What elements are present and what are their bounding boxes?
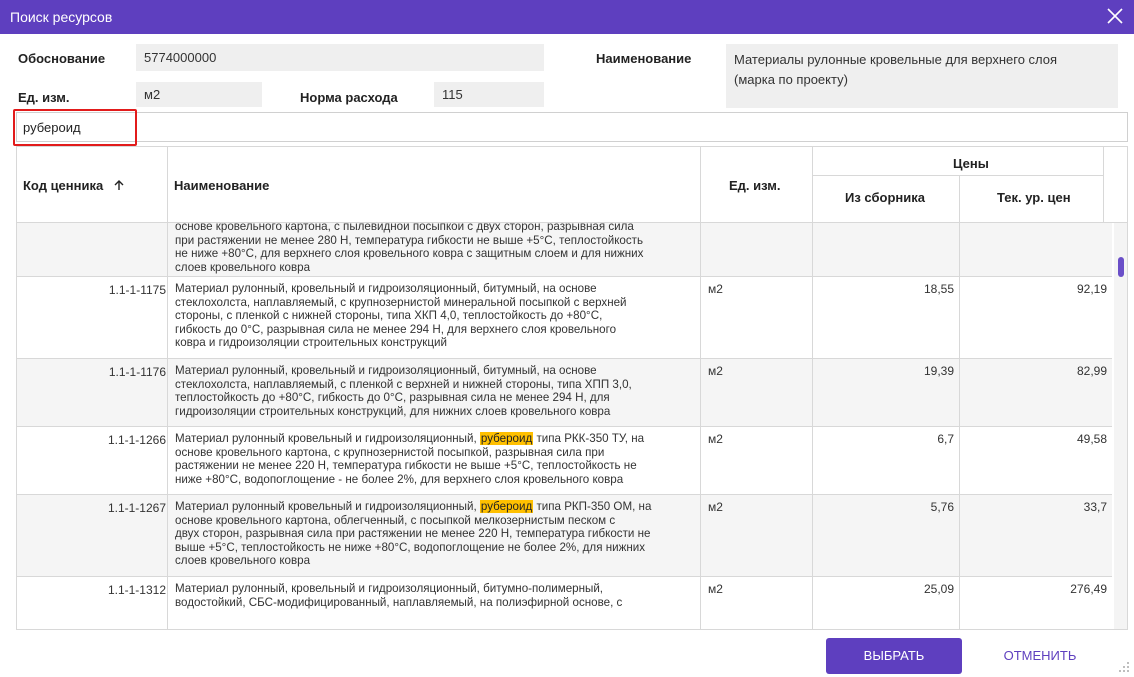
row-name: Материал рулонный кровельный и гидроизол…	[175, 500, 652, 567]
resize-grip-icon[interactable]	[1118, 661, 1130, 673]
table-row[interactable]: 1.1-1-1266 Материал рулонный кровельный …	[17, 427, 1112, 495]
resources-table: Код ценника Наименование Ед. изм. Цены И…	[16, 146, 1128, 630]
row-name: Материал рулонный, кровельный и гидроизо…	[175, 582, 623, 609]
dialog-titlebar: Поиск ресурсов	[0, 0, 1134, 34]
dialog-title: Поиск ресурсов	[10, 9, 113, 25]
row-name: Материал рулонный, кровельный и гидроизо…	[175, 282, 627, 349]
header-divider	[812, 175, 1103, 176]
row-code: 1.1-1-1267	[107, 501, 166, 515]
header-divider	[1103, 147, 1104, 223]
row-price-current: 276,49	[1070, 582, 1107, 596]
row-unit: м2	[708, 364, 723, 378]
row-price-collection: 6,7	[937, 432, 954, 446]
row-price-current: 92,19	[1076, 282, 1107, 296]
arrow-up-icon	[114, 180, 124, 190]
unit-value: м2	[144, 87, 161, 102]
norm-field: 115	[434, 82, 544, 107]
norm-value: 115	[442, 87, 463, 102]
basis-field: 5774000000	[136, 44, 544, 71]
row-unit: м2	[708, 582, 723, 596]
row-price-collection: 19,39	[923, 364, 954, 378]
cancel-button[interactable]: ОТМЕНИТЬ	[990, 638, 1090, 674]
header-divider	[812, 147, 813, 223]
basis-label: Обоснование	[18, 51, 106, 66]
header-divider	[700, 147, 701, 223]
row-code: 1.1-1-1266	[107, 433, 166, 447]
scrollbar-thumb[interactable]	[1118, 257, 1124, 277]
row-price-current: 82,99	[1076, 364, 1107, 378]
name-value-line1: Материалы рулонные кровельные для верхне…	[734, 52, 1058, 67]
column-header-prices: Цены	[953, 156, 989, 171]
unit-label: Ед. изм.	[18, 90, 70, 105]
close-icon[interactable]	[1104, 5, 1126, 27]
row-price-collection: 25,09	[923, 582, 954, 596]
select-button[interactable]: ВЫБРАТЬ	[826, 638, 962, 674]
name-label: Наименование	[596, 51, 692, 66]
row-unit: м2	[708, 282, 723, 296]
row-unit: м2	[708, 500, 723, 514]
row-price-collection: 5,76	[930, 500, 954, 514]
table-row[interactable]: 1.1-1-1175 Материал рулонный, кровельный…	[17, 277, 1112, 359]
column-header-from-collection[interactable]: Из сборника	[845, 190, 925, 205]
row-name: основе кровельного картона, с пылевидной…	[175, 223, 644, 274]
search-input[interactable]: рубероид	[16, 112, 1128, 142]
search-match: рубероид	[479, 432, 534, 445]
table-body: основе кровельного картона, с пылевидной…	[17, 223, 1112, 629]
row-unit: м2	[708, 432, 723, 446]
basis-value: 5774000000	[144, 50, 217, 65]
name-value-line2: (марка по проекту)	[734, 72, 848, 87]
name-field: Материалы рулонные кровельные для верхне…	[726, 44, 1118, 108]
row-name: Материал рулонный кровельный и гидроизол…	[175, 432, 645, 486]
column-header-code[interactable]: Код ценника	[23, 178, 125, 193]
row-code: 1.1-1-1312	[107, 583, 166, 597]
row-price-current: 33,7	[1083, 500, 1107, 514]
row-name: Материал рулонный, кровельный и гидроизо…	[175, 364, 632, 418]
table-row[interactable]: основе кровельного картона, с пылевидной…	[17, 223, 1112, 277]
table-row[interactable]: 1.1-1-1312 Материал рулонный, кровельный…	[17, 577, 1112, 629]
row-code: 1.1-1-1175	[108, 283, 166, 297]
norm-label: Норма расхода	[300, 90, 398, 105]
row-price-current: 49,58	[1076, 432, 1107, 446]
unit-field: м2	[136, 82, 262, 107]
header-divider	[167, 147, 168, 223]
table-scrollbar[interactable]	[1114, 223, 1127, 629]
column-header-name[interactable]: Наименование	[174, 178, 269, 193]
table-row[interactable]: 1.1-1-1176 Материал рулонный, кровельный…	[17, 359, 1112, 427]
search-highlight-box	[13, 109, 137, 146]
row-price-collection: 18,55	[923, 282, 954, 296]
header-divider	[959, 176, 960, 223]
search-match: рубероид	[479, 500, 534, 513]
column-header-current-level[interactable]: Тек. ур. цен	[997, 190, 1071, 205]
table-row[interactable]: 1.1-1-1267 Материал рулонный кровельный …	[17, 495, 1112, 577]
column-header-unit[interactable]: Ед. изм.	[729, 178, 781, 193]
row-code: 1.1-1-1176	[108, 365, 166, 379]
